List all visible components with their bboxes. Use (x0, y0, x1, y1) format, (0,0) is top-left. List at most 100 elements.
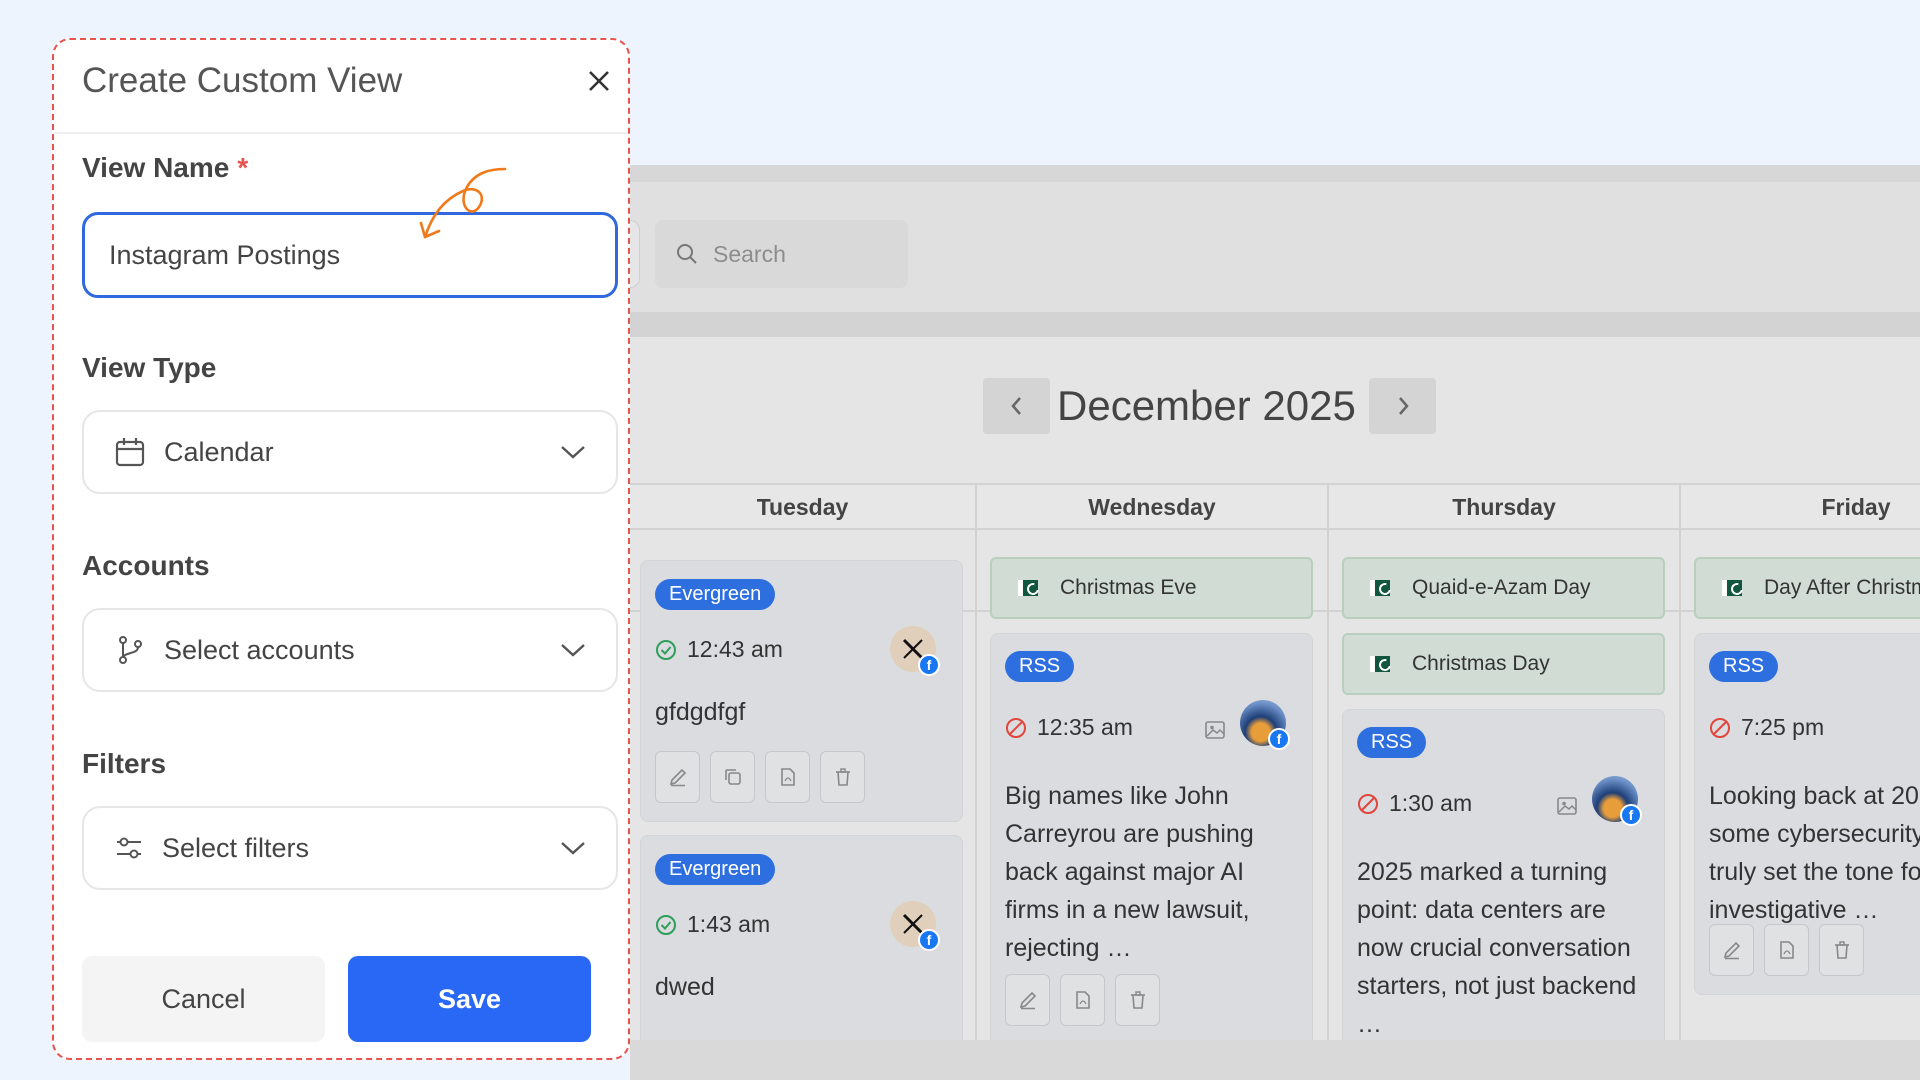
post-time: 1:43 am (687, 911, 771, 937)
facebook-badge-icon: f (1620, 804, 1642, 826)
image-icon (1557, 797, 1577, 815)
next-month-button[interactable] (1369, 378, 1436, 434)
branch-icon (119, 636, 142, 664)
holiday-banner: Christmas Eve (990, 557, 1313, 619)
blocked-icon (1006, 717, 1026, 738)
account-avatar: f (1240, 700, 1290, 750)
post-text: Looking back at 2025, some cybersecurity… (1709, 782, 1920, 924)
toolbar-control[interactable] (630, 220, 640, 288)
post-text: 2025 marked a turning point: data center… (1357, 858, 1637, 1038)
filters-placeholder: Select filters (162, 832, 310, 863)
filters-select[interactable]: Select filters (82, 806, 618, 890)
bottom-scroll-area (630, 1040, 1920, 1080)
delete-button[interactable] (1115, 974, 1160, 1026)
post-card[interactable]: Evergreen 12:43 am f gfdgdfgf (640, 560, 963, 822)
day-header-tuesday: Tuesday (756, 494, 849, 520)
trash-icon (835, 768, 850, 786)
holiday-banner: Quaid-e-Azam Day (1342, 557, 1665, 619)
export-pdf-button[interactable] (1764, 924, 1809, 976)
required-marker: * (237, 152, 249, 183)
post-time: 1:30 am (1389, 790, 1473, 816)
column-divider (975, 483, 977, 1080)
post-time: 7:25 pm (1741, 714, 1825, 740)
day-header-thursday: Thursday (1452, 494, 1556, 520)
check-circle-icon (656, 914, 676, 935)
pakistan-flag-icon (1370, 580, 1390, 596)
post-text: dwed (655, 973, 715, 1001)
create-custom-view-dialog: Create Custom View View Name* View Type … (52, 38, 630, 1060)
holiday-banner: Christmas Day (1342, 633, 1665, 695)
accounts-label: Accounts (82, 550, 210, 581)
cancel-button[interactable]: Cancel (82, 956, 325, 1042)
save-button[interactable]: Save (348, 956, 591, 1042)
facebook-badge-icon: f (1268, 728, 1290, 750)
copy-icon (724, 769, 741, 785)
post-time: 12:35 am (1037, 714, 1133, 740)
holiday-name: Quaid-e-Azam Day (1412, 576, 1591, 599)
view-name-label: View Name * (82, 152, 248, 184)
view-type-select[interactable]: Calendar (82, 410, 618, 494)
chevron-down-icon (561, 446, 585, 459)
view-name-input[interactable] (82, 212, 618, 298)
pdf-icon (1779, 941, 1794, 959)
close-icon (589, 71, 609, 91)
day-header-friday: Friday (1821, 494, 1891, 520)
toolbar: Search (630, 182, 1920, 312)
duplicate-button[interactable] (710, 751, 755, 803)
export-pdf-button[interactable] (765, 751, 810, 803)
search-box[interactable]: Search (655, 220, 908, 288)
holiday-banner: Day After Christmas (1694, 557, 1920, 619)
edit-button[interactable] (1005, 974, 1050, 1026)
post-card[interactable]: RSS 1:30 am f 2025 marked a turning poin… (1342, 709, 1665, 1069)
pakistan-flag-icon (1018, 580, 1038, 596)
edit-button[interactable] (655, 751, 700, 803)
holiday-name: Christmas Eve (1060, 576, 1197, 599)
post-tag: RSS (1005, 651, 1075, 682)
column-divider (1679, 483, 1681, 1080)
band (630, 312, 1920, 337)
post-tag: Evergreen (655, 579, 776, 610)
pakistan-flag-icon (1722, 580, 1742, 596)
delete-button[interactable] (1819, 924, 1864, 976)
pdf-icon (1075, 991, 1090, 1009)
dialog-title: Create Custom View (82, 61, 403, 100)
chevron-left-icon (1010, 397, 1021, 415)
pencil-icon (1723, 941, 1740, 960)
view-type-value: Calendar (164, 436, 274, 467)
post-tag: Evergreen (655, 854, 776, 885)
column-divider (1327, 483, 1329, 1080)
facebook-badge-icon: f (918, 929, 940, 951)
sliders-icon (117, 837, 141, 859)
post-tag: RSS (1709, 651, 1779, 682)
check-circle-icon (656, 639, 676, 660)
divider (54, 132, 628, 134)
holiday-name: Christmas Day (1412, 652, 1550, 675)
top-strip (630, 165, 1920, 182)
post-card[interactable]: RSS 12:35 am f Big names like John Carre… (990, 633, 1313, 1053)
post-card[interactable]: RSS 7:25 pm Looking back at 2025, some c… (1694, 633, 1920, 995)
blocked-icon (1710, 717, 1730, 738)
weekday-header: Tuesday Wednesday Thursday Friday (630, 483, 1920, 530)
facebook-badge-icon: f (918, 654, 940, 676)
blocked-icon (1358, 793, 1378, 814)
post-text: Big names like John Carreyrou are pushin… (1005, 782, 1254, 962)
edit-button[interactable] (1709, 924, 1754, 976)
pdf-icon (780, 768, 795, 786)
accounts-select[interactable]: Select accounts (82, 608, 618, 692)
accounts-placeholder: Select accounts (164, 634, 355, 665)
post-tag: RSS (1357, 727, 1427, 758)
prev-month-button[interactable] (983, 378, 1050, 434)
pencil-icon (669, 768, 686, 787)
close-button[interactable] (582, 64, 616, 98)
export-pdf-button[interactable] (1060, 974, 1105, 1026)
chevron-down-icon (561, 842, 585, 855)
annotation-arrow-icon (419, 167, 507, 239)
chevron-down-icon (561, 644, 585, 657)
account-avatar: f (1592, 776, 1642, 826)
day-header-wednesday: Wednesday (1088, 494, 1216, 520)
pencil-icon (1019, 991, 1036, 1010)
post-text: gfdgdfgf (655, 698, 746, 726)
search-placeholder: Search (713, 240, 786, 267)
delete-button[interactable] (820, 751, 865, 803)
view-name-label-text: View Name (82, 152, 230, 183)
